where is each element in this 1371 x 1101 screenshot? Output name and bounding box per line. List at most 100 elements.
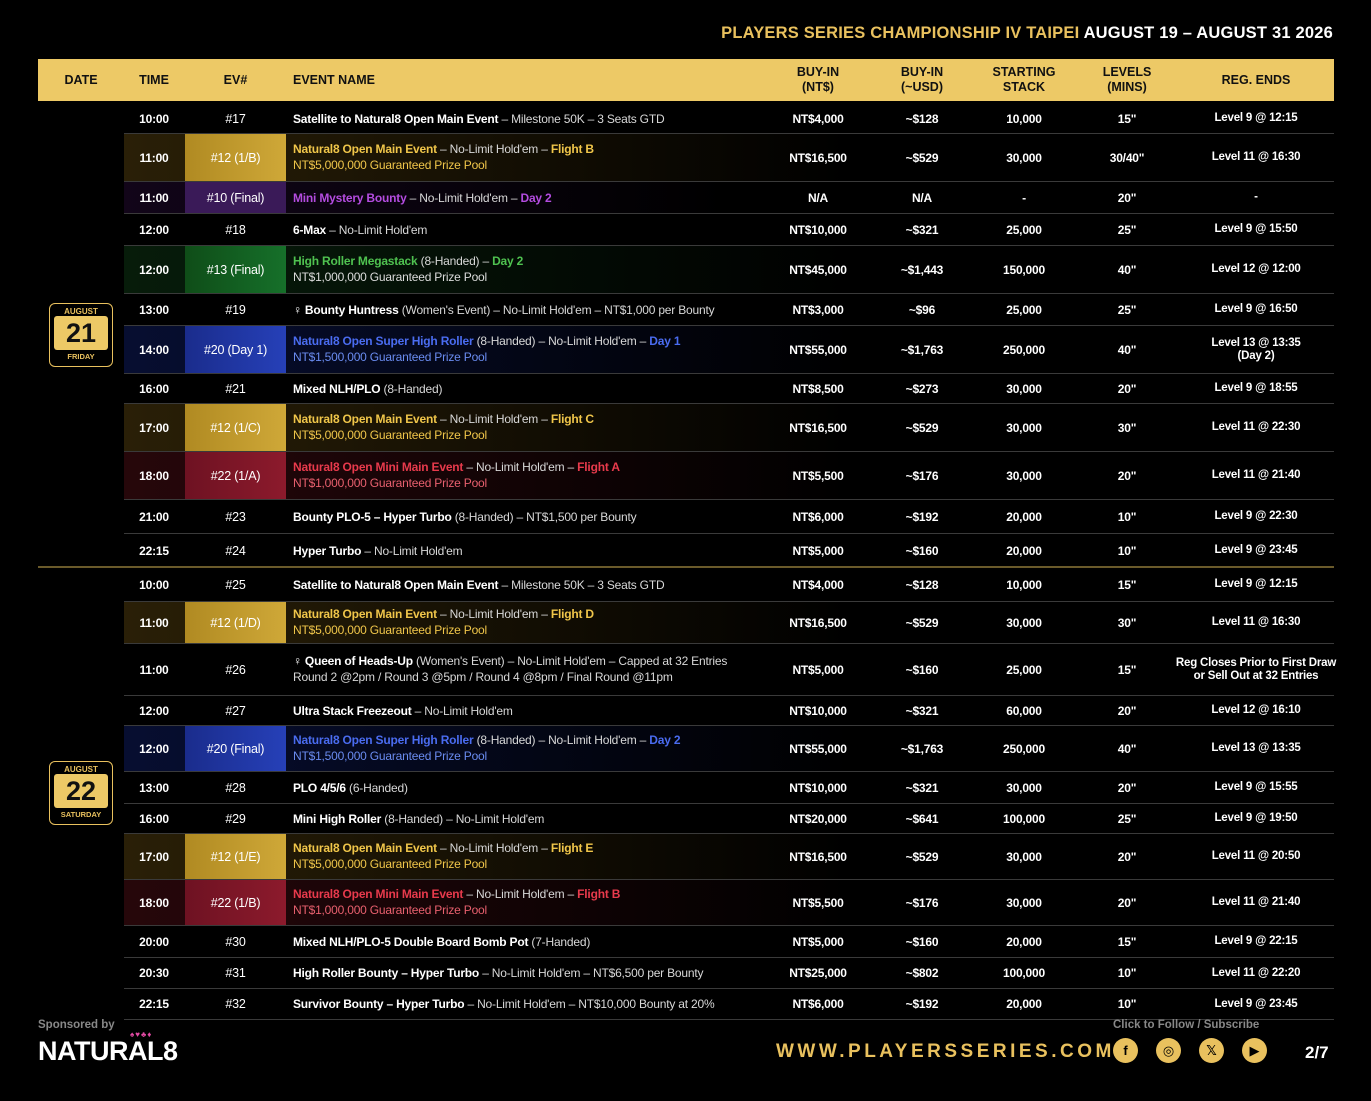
event-details: – No-Limit Hold'em – [436,841,551,855]
event-name: Natural8 Open Mini Main Event [293,887,464,901]
event-details: (Women's Event) – No-Limit Hold'em – Cap… [412,654,728,668]
reg-ends: Level 12 @ 16:10 [1211,704,1301,716]
header-ev: EV# [223,72,248,87]
buyin-nt: NT$4,000 [792,111,844,126]
event-time: 12:00 [139,741,169,756]
starting-stack: 25,000 [1006,302,1042,317]
table-row: 11:00 #10 (Final) Mini Mystery Bounty – No… [124,182,1334,214]
event-details: – No-Limit Hold'em – [436,607,551,621]
reg-ends: Level 9 @ 19:50 [1214,812,1298,824]
reg-ends: Level 9 @ 22:15 [1214,935,1298,947]
reg-ends: Level 11 @ 21:40 [1211,469,1301,481]
event-flight: Day 2 [520,190,552,205]
buyin-nt: NT$20,000 [789,811,847,826]
event-title: High Roller Bounty – Hyper Turbo – No-Li… [293,965,703,981]
header-reg-ends: REG. ENDS [1221,72,1291,87]
x-icon[interactable]: 𝕏 [1199,1038,1224,1063]
event-name: Mini High Roller [293,811,382,826]
event-flight: Flight C [550,412,594,426]
starting-stack: 10,000 [1006,111,1042,126]
table-row: 14:00 #20 (Day 1) Natural8 Open Super High… [124,326,1334,374]
reg-ends: Level 9 @ 12:15 [1214,112,1298,124]
event-time: 10:00 [139,111,169,126]
schedule-table: 10:00 #17 Satellite to Natural8 Open Main … [124,104,1336,1020]
buyin-nt: NT$16,500 [789,150,847,165]
table-row: 20:30 #31 High Roller Bounty – Hyper Turbo… [124,958,1334,989]
event-time: 13:00 [139,302,169,317]
event-time: 11:00 [139,662,169,677]
buyin-nt: NT$5,500 [792,468,844,483]
reg-ends: Level 11 @ 21:40 [1211,896,1301,908]
event-subtitle: NT$1,000,000 Guaranteed Prize Pool [293,270,487,284]
event-name: Hyper Turbo [293,543,362,558]
event-time: 17:00 [139,849,169,864]
level-minutes: 10" [1117,543,1137,558]
event-name-cell: Mixed NLH/PLO-5 Double Board Bomb Pot (7… [293,926,773,957]
buyin-usd: ~$192 [905,509,939,524]
logo-suits-icon: ♠♥♣♦ [130,1030,153,1039]
table-row: 13:00 #28 PLO 4/5/6 (6-Handed) NT$10,000 ~$3… [124,772,1334,804]
event-number: #26 [225,662,246,677]
event-number: #10 (Final) [185,182,286,213]
buyin-usd: ~$321 [905,780,939,795]
event-name-cell: Natural8 Open Mini Main Event – No-Limit… [293,880,773,925]
event-time: 10:00 [139,577,169,592]
event-number: #29 [225,811,246,826]
level-minutes: 10" [1117,966,1137,980]
event-name: ♀ Queen of Heads-Up [293,654,413,668]
event-details: (8-Handed) – No-Limit Hold'em – [473,733,650,747]
event-details: (7-Handed) [528,934,591,949]
reg-ends: Level 9 @ 15:55 [1214,781,1298,793]
table-row: 16:00 #29 Mini High Roller (8-Handed) – No… [124,804,1334,834]
event-details: – No-Limit Hold'em – NT$10,000 Bounty at… [464,997,715,1011]
instagram-icon[interactable]: ◎ [1156,1038,1181,1063]
event-number: #12 (1/D) [185,602,286,643]
page-title: PLAYERS SERIES CHAMPIONSHIP IV TAIPEI AU… [721,24,1333,43]
website-link[interactable]: WWW.PLAYERSSERIES.COM [776,1041,1115,1063]
event-time: 14:00 [139,342,169,357]
buyin-nt: NT$4,000 [792,577,844,592]
event-flight: Day 1 [649,334,681,348]
starting-stack: 30,000 [1006,849,1042,864]
date-month: AUGUST [64,307,98,316]
event-name-cell: Mini High Roller (8-Handed) – No-Limit H… [293,804,773,833]
event-time: 22:15 [139,997,169,1011]
reg-ends: Level 11 @ 16:30 [1211,151,1301,163]
event-flight: Flight D [550,607,594,621]
event-name-cell: Natural8 Open Mini Main Event – No-Limit… [293,452,773,499]
buyin-nt: NT$10,000 [789,703,847,718]
header-time: TIME [139,72,169,87]
buyin-usd: ~$1,763 [900,741,944,756]
starting-stack: 20,000 [1006,997,1042,1011]
table-row: 10:00 #25 Satellite to Natural8 Open Main … [124,568,1334,602]
youtube-icon[interactable]: ▶ [1242,1038,1267,1063]
facebook-icon[interactable]: f [1113,1038,1138,1063]
level-minutes: 15" [1117,934,1137,949]
event-number: #20 (Final) [185,726,286,771]
starting-stack: 30,000 [1006,615,1042,630]
buyin-nt: NT$3,000 [792,302,844,317]
level-minutes: 30/40" [1109,150,1145,165]
event-time: 18:00 [139,895,169,910]
event-details: – No-Limit Hold'em [326,222,428,237]
event-name: Natural8 Open Main Event [293,142,437,156]
event-flight: Day 2 [649,733,681,747]
starting-stack: 25,000 [1006,662,1042,677]
event-name: Natural8 Open Super High Roller [293,733,474,747]
event-flight: Flight A [577,460,620,474]
event-number: #12 (1/E) [185,834,286,879]
buyin-usd: ~$96 [908,302,936,317]
event-time: 12:00 [139,222,169,237]
event-details: – No-Limit Hold'em – [406,190,521,205]
event-details: (6-Handed) [345,780,408,795]
starting-stack: 250,000 [1003,342,1045,357]
event-number: #19 [225,302,246,317]
level-minutes: 40" [1117,342,1137,357]
event-details: (8-Handed) – No-Limit Hold'em [381,811,545,826]
event-name: Natural8 Open Mini Main Event [293,460,464,474]
event-subtitle: NT$1,500,000 Guaranteed Prize Pool [293,749,487,763]
starting-stack: 30,000 [1006,150,1042,165]
event-details: – No-Limit Hold'em – [463,460,578,474]
event-title: 6-Max – No-Limit Hold'em [293,222,427,238]
event-subtitle: NT$5,000,000 Guaranteed Prize Pool [293,623,487,637]
